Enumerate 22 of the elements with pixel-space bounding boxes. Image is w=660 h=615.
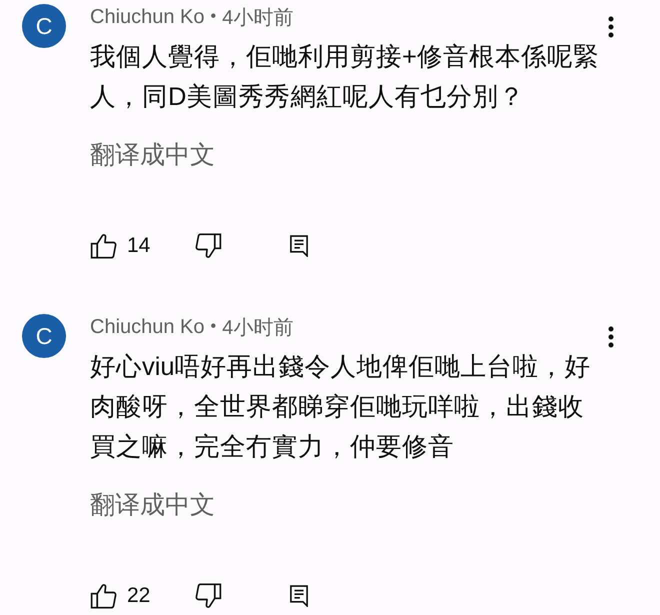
more-options-icon[interactable] <box>608 16 614 38</box>
comment-time: 4小时前 <box>222 6 294 30</box>
thumbs-down-icon[interactable] <box>194 582 222 610</box>
comment-text: 好心viu唔好再出錢令人地俾佢哋上台啦，好肉酸呀，全世界都睇穿佢哋玩咩啦，出錢收買之嘛，完全冇實力，仲要修音 <box>90 352 592 463</box>
separator-dot: • <box>210 8 216 26</box>
comment-time: 4小时前 <box>222 316 294 340</box>
thumbs-up-icon[interactable] <box>90 582 118 610</box>
translate-link[interactable]: 翻译成中文 <box>90 490 215 520</box>
like-count: 22 <box>127 583 150 609</box>
avatar[interactable]: C <box>22 314 66 358</box>
separator-dot: • <box>210 318 216 336</box>
comment-text: 我個人覺得，佢哋利用剪接+修音根本係呢緊人，同D美圖秀秀網紅呢人有乜分別？ <box>90 42 600 113</box>
reply-icon[interactable] <box>290 585 308 607</box>
thumbs-down-icon[interactable] <box>194 232 222 260</box>
reply-icon[interactable] <box>290 235 308 257</box>
more-options-icon[interactable] <box>608 326 614 348</box>
author-name[interactable]: Chiuchun Ko <box>90 316 205 338</box>
thumbs-up-icon[interactable] <box>90 232 118 260</box>
avatar[interactable]: C <box>22 4 66 48</box>
translate-link[interactable]: 翻译成中文 <box>90 140 215 170</box>
author-name[interactable]: Chiuchun Ko <box>90 6 205 28</box>
like-count: 14 <box>127 233 150 259</box>
